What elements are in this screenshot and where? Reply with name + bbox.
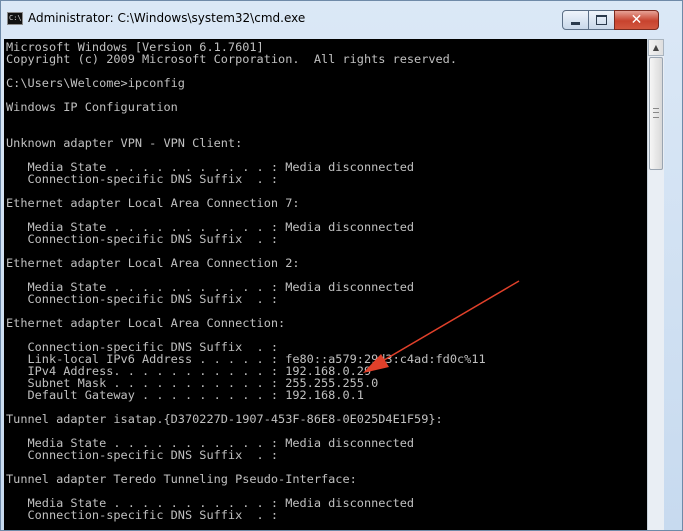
cmd-window: C:\ Administrator: C:\Windows\system32\c… xyxy=(0,0,683,531)
console-text: Microsoft Windows [Version 6.1.7601] Cop… xyxy=(4,39,647,521)
scrollbar-thumb[interactable] xyxy=(649,57,663,170)
maximize-icon xyxy=(596,15,607,25)
close-button[interactable]: ✕ xyxy=(614,10,659,30)
title-bar[interactable]: C:\ Administrator: C:\Windows\system32\c… xyxy=(1,1,682,37)
console-line: Copyright (c) 2009 Microsoft Corporation… xyxy=(6,52,458,66)
console-line: Connection-specific DNS Suffix . : xyxy=(6,232,279,246)
chevron-up-icon: ▲ xyxy=(652,43,660,52)
close-icon: ✕ xyxy=(630,12,643,28)
console-line: C:\Users\Welcome>ipconfig xyxy=(6,76,185,90)
console-line: Connection-specific DNS Suffix . : xyxy=(6,292,279,306)
console-line: Connection-specific DNS Suffix . : xyxy=(6,508,279,522)
console-line: Connection-specific DNS Suffix . : xyxy=(6,448,279,462)
scroll-up-button[interactable]: ▲ xyxy=(648,39,664,56)
console-line: Default Gateway . . . . . . . . . : 192.… xyxy=(6,388,364,402)
console-line: Ethernet adapter Local Area Connection 7… xyxy=(6,196,300,210)
console-line: Unknown adapter VPN - VPN Client: xyxy=(6,136,243,150)
maximize-button[interactable] xyxy=(588,10,615,30)
vertical-scrollbar[interactable]: ▲ xyxy=(647,39,664,530)
console-line: Tunnel adapter isatap.{D370227D-1907-453… xyxy=(6,412,443,426)
console-line: Tunnel adapter Teredo Tunneling Pseudo-I… xyxy=(6,472,357,486)
console-output-area[interactable]: Microsoft Windows [Version 6.1.7601] Cop… xyxy=(4,39,647,530)
console-line: Windows IP Configuration xyxy=(6,100,178,114)
minimize-icon xyxy=(571,21,580,25)
minimize-button[interactable] xyxy=(562,10,589,30)
console-line: Ethernet adapter Local Area Connection: xyxy=(6,316,286,330)
window-title: Administrator: C:\Windows\system32\cmd.e… xyxy=(28,11,306,25)
cmd-app-icon[interactable]: C:\ xyxy=(7,12,23,25)
console-line: Connection-specific DNS Suffix . : xyxy=(6,172,279,186)
console-line: Ethernet adapter Local Area Connection 2… xyxy=(6,256,300,270)
grip-icon xyxy=(653,108,659,118)
